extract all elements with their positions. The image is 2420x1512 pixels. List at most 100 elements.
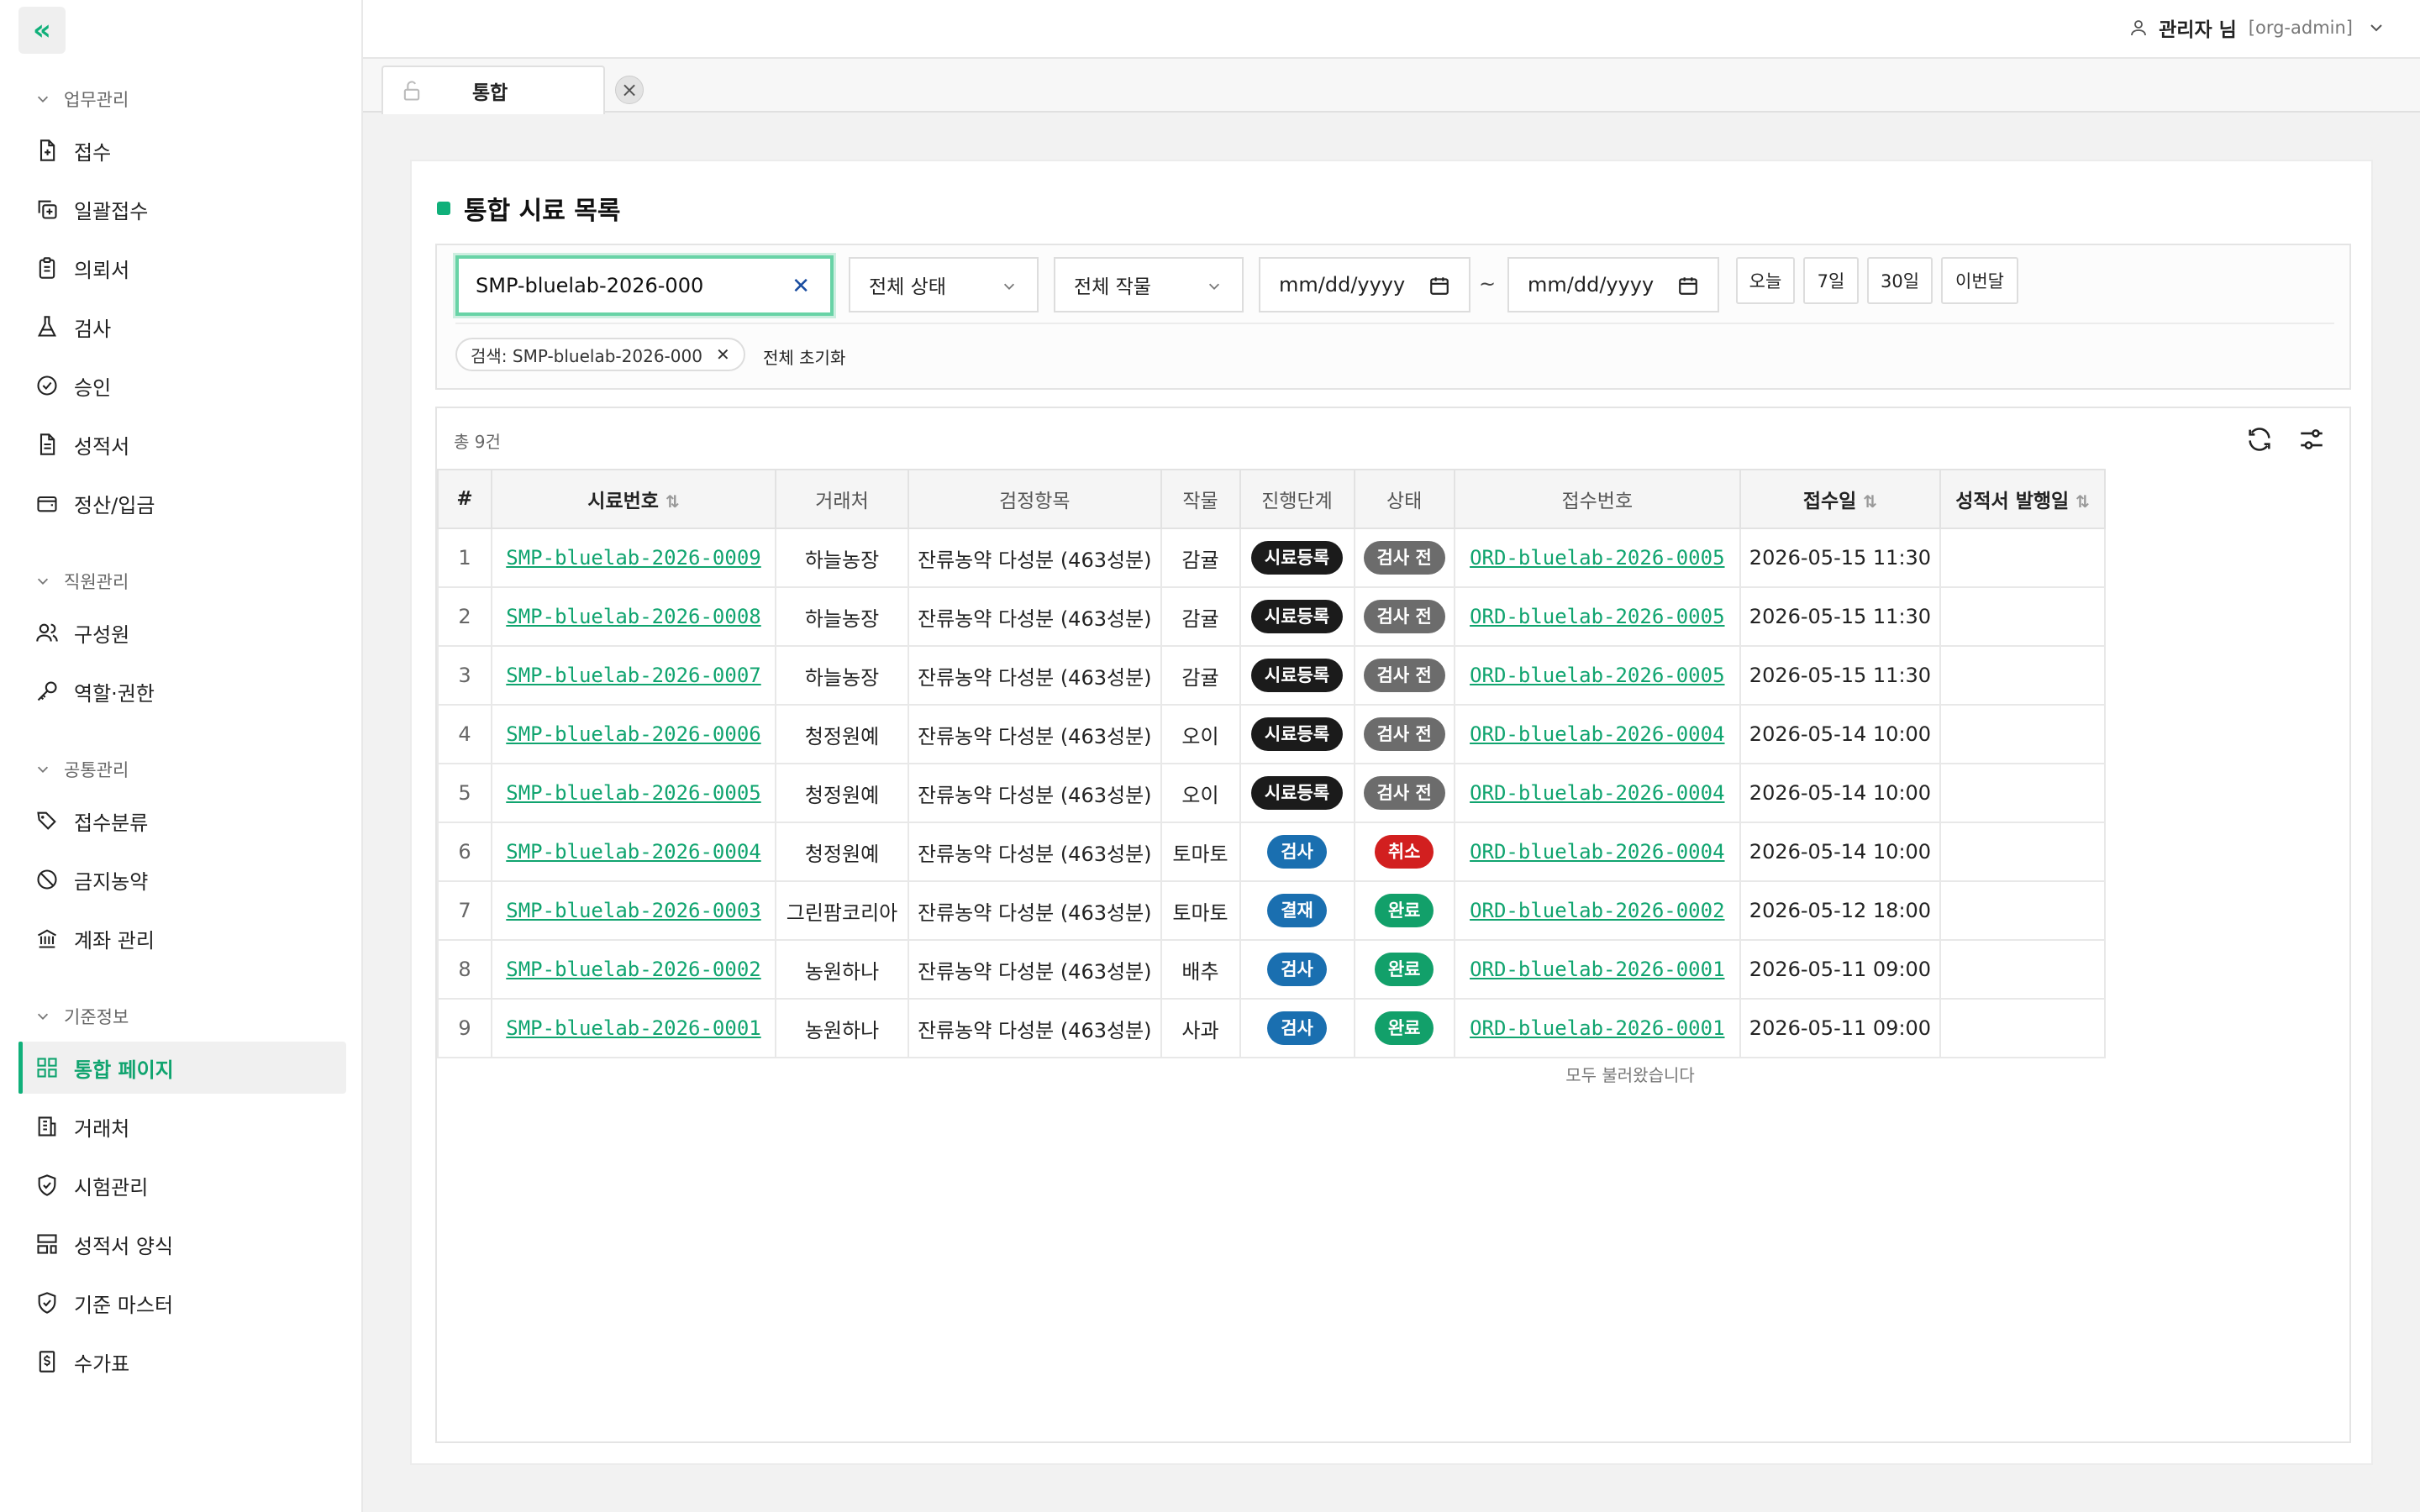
quick-30days-button[interactable]: 30일	[1867, 257, 1933, 304]
reset-all-button[interactable]: 전체 초기화	[763, 344, 845, 369]
quick-today-button[interactable]: 오늘	[1736, 257, 1795, 304]
quick-this-month-button[interactable]: 이번달	[1941, 257, 2018, 304]
calendar-icon[interactable]	[1428, 275, 1450, 297]
group-title-staff[interactable]: 직원관리	[35, 566, 129, 596]
user-icon	[2131, 20, 2147, 36]
table-row[interactable]: 5 SMP-bluelab-2026-0005 청정원예 잔류농약 다성분 (463성…	[437, 763, 2107, 823]
sidebar-item-settlement[interactable]: 정산/입금	[18, 477, 346, 529]
table-row[interactable]: 1 SMP-bluelab-2026-0009 하늘농장 잔류농약 다성분 (463성…	[437, 528, 2107, 588]
col-header-sample-no[interactable]: 시료번호 ⇅	[491, 469, 776, 529]
quick-7days-button[interactable]: 7일	[1803, 257, 1859, 304]
order-no-link[interactable]: ORD-bluelab-2026-0004	[1470, 722, 1724, 746]
sidebar-item-receive[interactable]: 접수	[18, 124, 346, 176]
order-no-link[interactable]: ORD-bluelab-2026-0002	[1470, 899, 1724, 922]
sidebar-item-integrated[interactable]: 통합 페이지	[18, 1042, 346, 1094]
order-no-link[interactable]: ORD-bluelab-2026-0001	[1470, 958, 1724, 981]
tab-integrated[interactable]: 통합	[381, 66, 605, 114]
status-cell: 검사 전	[1353, 528, 1455, 588]
order-no-link[interactable]: ORD-bluelab-2026-0004	[1470, 781, 1724, 805]
sample-no-link[interactable]: SMP-bluelab-2026-0004	[506, 840, 760, 864]
sliders-icon[interactable]	[2297, 425, 2326, 454]
sample-no-link[interactable]: SMP-bluelab-2026-0009	[506, 546, 760, 570]
copy-plus-icon	[38, 200, 57, 219]
sidebar-item-label: 접수	[74, 140, 112, 165]
wallet-icon	[37, 496, 57, 512]
issued-date-cell	[1939, 645, 2107, 706]
sort-icon[interactable]: ⇅	[1863, 491, 1877, 512]
sidebar-item-request[interactable]: 의뢰서	[18, 242, 346, 294]
col-header-status: 상태	[1353, 469, 1455, 529]
tab-close-button[interactable]: ×	[615, 76, 644, 104]
order-no-link[interactable]: ORD-bluelab-2026-0001	[1470, 1016, 1724, 1040]
sample-no-link[interactable]: SMP-bluelab-2026-0007	[506, 664, 760, 687]
sample-no-link[interactable]: SMP-bluelab-2026-0001	[506, 1016, 760, 1040]
order-no-link[interactable]: ORD-bluelab-2026-0005	[1470, 546, 1724, 570]
sample-no-link[interactable]: SMP-bluelab-2026-0003	[506, 899, 760, 922]
clear-search-icon[interactable]: ✕	[792, 274, 810, 299]
order-no-link[interactable]: ORD-bluelab-2026-0004	[1470, 840, 1724, 864]
status-select[interactable]: 전체 상태	[849, 257, 1039, 312]
bank-icon	[37, 929, 57, 948]
sidebar-item-report[interactable]: 성적서	[18, 418, 346, 470]
shield-check-icon	[38, 1292, 56, 1314]
sort-icon[interactable]: ⇅	[2075, 491, 2090, 512]
date-to-input[interactable]: mm/dd/yyyy	[1507, 257, 1719, 312]
sidebar-item-label: 정산/입금	[74, 493, 155, 517]
remove-chip-icon[interactable]: ✕	[716, 344, 730, 365]
status-badge: 완료	[1374, 953, 1434, 986]
sample-no-link[interactable]: SMP-bluelab-2026-0008	[506, 605, 760, 628]
sidebar-item-receive-category[interactable]: 접수분류	[18, 795, 346, 847]
sidebar-item-label: 일괄접수	[74, 199, 149, 223]
table-row[interactable]: 2 SMP-bluelab-2026-0008 하늘농장 잔류농약 다성분 (463성…	[437, 586, 2107, 647]
status-cell: 검사 전	[1353, 586, 1455, 647]
users-icon	[36, 623, 58, 642]
table-row[interactable]: 3 SMP-bluelab-2026-0007 하늘농장 잔류농약 다성분 (463성…	[437, 645, 2107, 706]
sort-icon[interactable]: ⇅	[666, 491, 680, 512]
table-row[interactable]: 4 SMP-bluelab-2026-0006 청정원예 잔류농약 다성분 (463성…	[437, 704, 2107, 764]
unlock-icon[interactable]	[400, 79, 424, 102]
collapse-sidebar-button[interactable]: «	[18, 7, 66, 54]
order-no-link[interactable]: ORD-bluelab-2026-0005	[1470, 664, 1724, 687]
sidebar-item-account[interactable]: 계좌 관리	[18, 912, 346, 964]
chevron-down-icon	[37, 1013, 49, 1020]
crop-cell: 사과	[1160, 998, 1241, 1058]
table-row[interactable]: 8 SMP-bluelab-2026-0002 농원하나 잔류농약 다성분 (463성…	[437, 939, 2107, 1000]
sidebar-item-report-template[interactable]: 성적서 양식	[18, 1218, 346, 1270]
crop-cell: 오이	[1160, 704, 1241, 764]
sample-list-panel: 총 9건 # 시료번호 ⇅ 거래처 검정항목 작물 진행단계 상태 접수번호 접수…	[435, 407, 2351, 1443]
refresh-icon[interactable]	[2245, 425, 2274, 454]
table-row[interactable]: 7 SMP-bluelab-2026-0003 그린팜코리아 잔류농약 다성분 (46…	[437, 880, 2107, 941]
sample-no-link[interactable]: SMP-bluelab-2026-0005	[506, 781, 760, 805]
sidebar-item-clients[interactable]: 거래처	[18, 1100, 346, 1152]
table-row[interactable]: 6 SMP-bluelab-2026-0004 청정원예 잔류농약 다성분 (463성…	[437, 822, 2107, 882]
sidebar-item-bulk-receive[interactable]: 일괄접수	[18, 183, 346, 235]
sidebar-item-roles[interactable]: 역할·권한	[18, 665, 346, 717]
sidebar-item-banned-pesticide[interactable]: 금지농약	[18, 853, 346, 906]
crop-select[interactable]: 전체 작물	[1054, 257, 1244, 312]
status-cell: 취소	[1353, 822, 1455, 882]
group-title-work[interactable]: 업무관리	[35, 84, 129, 114]
sample-no-link[interactable]: SMP-bluelab-2026-0006	[506, 722, 760, 746]
order-no-link[interactable]: ORD-bluelab-2026-0005	[1470, 605, 1724, 628]
user-menu[interactable]: 관리자 님 [org-admin]	[2128, 0, 2385, 55]
group-title-master[interactable]: 기준정보	[35, 1001, 129, 1032]
active-filter-chip[interactable]: 검색: SMP-bluelab-2026-000 ✕	[455, 338, 745, 371]
col-header-received-date[interactable]: 접수일 ⇅	[1739, 469, 1942, 529]
sidebar-item-fee-table[interactable]: 수가표	[18, 1336, 346, 1388]
sidebar-item-approve[interactable]: 승인	[18, 360, 346, 412]
col-header-issued-date[interactable]: 성적서 발행일 ⇅	[1939, 469, 2107, 529]
group-title-common[interactable]: 공통관리	[35, 754, 129, 785]
sidebar-item-test[interactable]: 검사	[18, 301, 346, 353]
sidebar-item-test-management[interactable]: 시험관리	[18, 1159, 346, 1211]
sidebar-item-standard-master[interactable]: 기준 마스터	[18, 1277, 346, 1329]
issued-date-cell	[1939, 528, 2107, 588]
calendar-icon[interactable]	[1677, 275, 1699, 297]
search-input[interactable]: SMP-bluelab-2026-000 ✕	[455, 255, 834, 316]
date-from-input[interactable]: mm/dd/yyyy	[1259, 257, 1470, 312]
sample-no-link[interactable]: SMP-bluelab-2026-0002	[506, 958, 760, 981]
chevron-down-icon	[1208, 283, 1220, 290]
filter-divider	[455, 323, 2334, 324]
client-cell: 농원하나	[775, 939, 909, 1000]
sidebar-item-members[interactable]: 구성원	[18, 606, 346, 659]
table-row[interactable]: 9 SMP-bluelab-2026-0001 농원하나 잔류농약 다성분 (463성…	[437, 998, 2107, 1058]
